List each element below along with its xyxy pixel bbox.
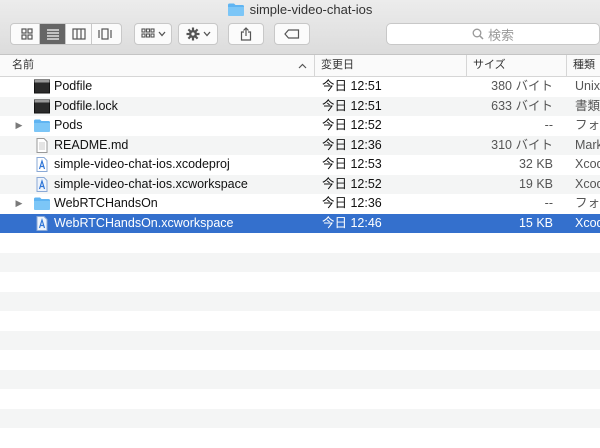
xcode-workspace-icon [34,215,50,231]
search-icon [472,28,484,40]
file-name: Podfile [54,79,93,93]
file-date: 今日 12:53 [322,157,382,171]
column-header-kind[interactable]: 種類 [566,55,600,76]
chevron-down-icon [158,31,165,37]
file-kind: フォル [575,118,600,132]
column-header-name[interactable]: 名前 [6,55,312,76]
empty-row [0,272,600,292]
file-name: Podfile.lock [54,98,118,113]
file-row[interactable]: WebRTCHandsOn.xcworkspace 今日 12:46 15 KB Xc… [0,213,600,233]
icon-view-button[interactable] [14,24,40,44]
file-row[interactable]: Podfile.lock 今日 12:51 633 バイト 書類 [0,96,600,116]
file-list: Podfile 今日 12:51 380 バイト Unix Podfile.lock 今日… [0,77,600,448]
toolbar: simple-video-chat-ios 検索 [0,0,600,55]
file-size: -- [544,196,553,210]
disclosure-triangle-icon[interactable]: ▶ [14,116,24,136]
sort-ascending-icon [298,63,307,69]
list-icon [46,29,59,40]
file-kind: Xcod [575,176,600,191]
share-button[interactable] [228,23,264,45]
columns-icon [71,28,86,40]
empty-row [0,291,600,311]
file-kind: Unix [575,79,600,93]
arrange-icon [140,28,155,38]
file-date: 今日 12:52 [322,176,382,191]
cover-flow-button[interactable] [92,24,118,44]
chevron-down-icon [203,31,210,37]
cover-flow-icon [98,28,112,40]
xcode-workspace-icon [34,176,50,192]
gear-icon [186,27,199,41]
search-placeholder: 検索 [487,27,514,43]
file-kind: 書類 [575,98,600,113]
file-date: 今日 12:36 [322,137,382,152]
file-size: 633 バイト [491,98,553,113]
search-field[interactable]: 検索 [386,23,600,45]
file-date: 今日 12:51 [322,79,382,93]
file-row[interactable]: ▶ Pods 今日 12:52 -- フォル [0,116,600,136]
file-kind: Mark [575,137,600,152]
list-view-button[interactable] [40,24,66,44]
empty-row [0,408,600,428]
empty-row [0,350,600,370]
arrange-button[interactable] [134,23,172,45]
file-size: -- [544,118,553,132]
column-view-button[interactable] [66,24,92,44]
file-row[interactable]: Podfile 今日 12:51 380 バイト Unix [0,77,600,97]
file-name: simple-video-chat-ios.xcodeproj [54,157,230,171]
column-header-date-label: 変更日 [321,59,354,71]
empty-row [0,428,600,448]
file-size: 310 バイト [491,137,553,152]
column-header-kind-label: 種類 [573,59,595,71]
action-button[interactable] [178,23,218,45]
file-row[interactable]: ▶ WebRTCHandsOn 今日 12:36 -- フォル [0,194,600,214]
empty-row [0,369,600,389]
folder-icon [34,118,50,133]
terminal-file-icon [34,79,50,94]
empty-row [0,252,600,272]
grid-icon [20,28,33,40]
xcode-project-icon [34,157,50,172]
folder-icon [227,3,244,16]
file-row[interactable]: simple-video-chat-ios.xcodeproj 今日 12:53 3… [0,155,600,175]
file-size: 380 バイト [491,79,553,93]
terminal-file-icon [34,99,50,114]
window-title: simple-video-chat-ios [0,2,600,20]
window-title-text: simple-video-chat-ios [249,2,373,17]
file-kind: フォル [575,196,600,210]
share-icon [240,27,252,41]
file-kind: Xcod [575,215,600,230]
file-date: 今日 12:36 [322,196,382,210]
empty-row [0,233,600,253]
file-date: 今日 12:51 [322,98,382,113]
file-date: 今日 12:52 [322,118,382,132]
empty-row [0,330,600,350]
file-date: 今日 12:46 [322,215,382,230]
file-size: 19 KB [518,176,553,191]
view-mode-segmented-control [10,23,122,45]
file-size: 15 KB [518,215,553,230]
file-name: README.md [54,137,129,152]
column-header-name-label: 名前 [12,59,34,71]
file-size: 32 KB [518,157,553,171]
file-row[interactable]: README.md 今日 12:36 310 バイト Mark [0,135,600,155]
tag-icon [284,29,300,39]
file-row[interactable]: simple-video-chat-ios.xcworkspace 今日 12:5… [0,174,600,194]
file-name: WebRTCHandsOn [54,196,158,210]
tags-button[interactable] [274,23,310,45]
file-name: simple-video-chat-ios.xcworkspace [54,176,248,191]
column-header-size-label: サイズ [473,59,506,71]
folder-icon [34,196,50,211]
disclosure-triangle-icon[interactable]: ▶ [14,194,24,214]
empty-row [0,311,600,331]
document-icon [34,137,50,153]
column-header: 名前 変更日 サイズ 種類 [0,55,600,77]
file-name: Pods [54,118,83,132]
file-name: WebRTCHandsOn.xcworkspace [54,215,234,230]
file-kind: Xcod [575,157,600,171]
column-header-date[interactable]: 変更日 [314,55,466,76]
empty-row [0,389,600,409]
column-header-size[interactable]: サイズ [466,55,566,76]
